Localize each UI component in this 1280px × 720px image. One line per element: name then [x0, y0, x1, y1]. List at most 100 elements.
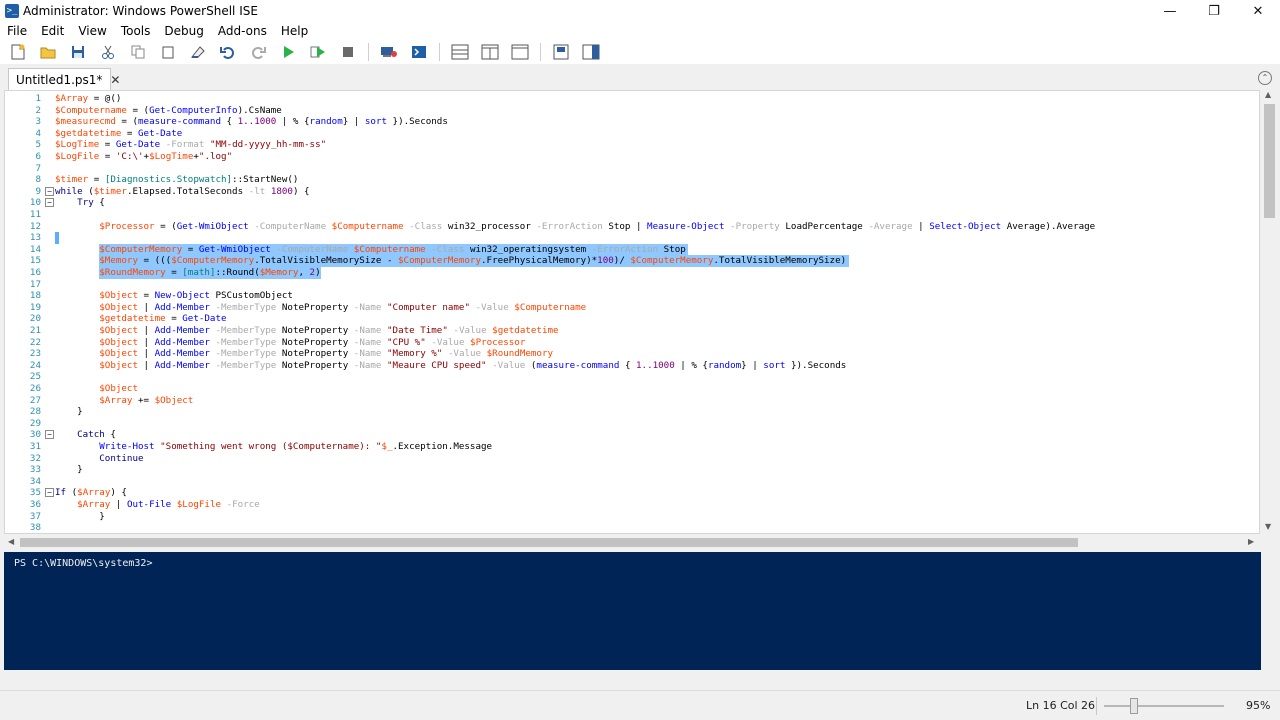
- restore-icon[interactable]: ❐: [1192, 0, 1236, 22]
- new-file-icon[interactable]: [8, 42, 28, 62]
- title-bar: >_ Administrator: Windows PowerShell ISE…: [0, 0, 1280, 22]
- zoom-slider-thumb[interactable]: [1130, 698, 1138, 714]
- powershell-ise-icon: >_: [5, 4, 19, 18]
- menu-tools[interactable]: Tools: [114, 24, 158, 38]
- zoom-slider[interactable]: [1104, 705, 1224, 707]
- tab-untitled1[interactable]: Untitled1.ps1* ✕: [8, 68, 120, 90]
- menu-help[interactable]: Help: [274, 24, 315, 38]
- show-script-pane-top-icon[interactable]: [450, 42, 470, 62]
- code-line[interactable]: 25: [5, 371, 1259, 383]
- vertical-scroll-thumb[interactable]: [1264, 104, 1275, 218]
- code-line[interactable]: 4 $getdatetime = Get-Date: [5, 128, 1259, 140]
- script-editor[interactable]: 1 $Array = @() 2 $Computername = (Get-Compu…: [4, 90, 1260, 534]
- close-icon[interactable]: ✕: [1236, 0, 1280, 22]
- save-icon[interactable]: [68, 42, 88, 62]
- code-line[interactable]: 16 $RoundMemory = [math]::Round($Memory,…: [5, 267, 1259, 279]
- code-line[interactable]: 6 $LogFile = 'C:\'+$LogTime+".log": [5, 151, 1259, 163]
- menu-addons[interactable]: Add-ons: [211, 24, 274, 38]
- menu-view[interactable]: View: [71, 24, 113, 38]
- code-text: $measurecmd = (measure-command { 1..1000…: [55, 116, 448, 128]
- collapse-script-pane-icon[interactable]: ⌃: [1258, 71, 1272, 85]
- code-line[interactable]: 30− Catch {: [5, 429, 1259, 441]
- show-script-pane-right-icon[interactable]: [480, 42, 500, 62]
- code-line[interactable]: 18 $Object = New-Object PSCustomObject: [5, 290, 1259, 302]
- line-number: 26: [29, 383, 41, 394]
- code-line[interactable]: 7: [5, 163, 1259, 175]
- close-tab-icon[interactable]: ✕: [110, 73, 120, 87]
- stop-icon[interactable]: [338, 42, 358, 62]
- code-line[interactable]: 13: [5, 232, 1259, 244]
- code-line[interactable]: 1 $Array = @(): [5, 93, 1259, 105]
- code-line[interactable]: 36 $Array | Out-File $LogFile -Force: [5, 499, 1259, 511]
- cut-icon[interactable]: [98, 42, 118, 62]
- editor-horizontal-scrollbar[interactable]: ◀ ▶: [4, 534, 1260, 550]
- horizontal-scroll-thumb[interactable]: [20, 538, 1078, 547]
- menu-bar: File Edit View Tools Debug Add-ons Help: [0, 22, 1280, 40]
- fold-toggle-icon[interactable]: −: [45, 186, 54, 196]
- code-line[interactable]: 23 $Object | Add-Member -MemberType Note…: [5, 348, 1259, 360]
- fold-toggle-icon[interactable]: −: [45, 198, 54, 208]
- code-line[interactable]: 26 $Object: [5, 383, 1259, 395]
- code-line[interactable]: 8 $timer = [Diagnostics.Stopwatch]::Start…: [5, 174, 1259, 186]
- code-line[interactable]: 28 }: [5, 406, 1259, 418]
- code-line[interactable]: 9− while ($timer.Elapsed.TotalSeconds -lt…: [5, 186, 1259, 198]
- scroll-down-icon[interactable]: ▼: [1265, 522, 1271, 531]
- line-number: 32: [29, 452, 41, 464]
- code-line[interactable]: 11: [5, 209, 1259, 221]
- menu-debug[interactable]: Debug: [157, 24, 210, 38]
- code-line[interactable]: 17: [5, 279, 1259, 291]
- code-line[interactable]: 14 $ComputerMemory = Get-WmiObject -Comp…: [5, 243, 1259, 256]
- code-line[interactable]: 32 Continue: [5, 452, 1259, 465]
- code-line[interactable]: 27 $Array += $Object: [5, 395, 1259, 407]
- run-script-icon[interactable]: [278, 42, 298, 62]
- editor-vertical-scrollbar[interactable]: ▲ ▼: [1260, 90, 1278, 534]
- scroll-left-icon[interactable]: ◀: [8, 537, 14, 546]
- console-pane[interactable]: PS C:\WINDOWS\system32>: [4, 552, 1261, 670]
- code-line[interactable]: 22 $Object | Add-Member -MemberType Note…: [5, 336, 1259, 349]
- menu-file[interactable]: File: [0, 24, 34, 38]
- code-line[interactable]: 24 $Object | Add-Member -MemberType Note…: [5, 360, 1259, 372]
- code-line[interactable]: 29: [5, 418, 1259, 430]
- scroll-right-icon[interactable]: ▶: [1248, 537, 1254, 546]
- remote-powershell-icon[interactable]: [379, 42, 399, 62]
- line-number: 22: [29, 336, 41, 348]
- copy-icon[interactable]: [128, 42, 148, 62]
- code-line[interactable]: 5 $LogTime = Get-Date -Format "MM-dd-yyyy…: [5, 139, 1259, 151]
- fold-toggle-icon[interactable]: −: [45, 488, 54, 498]
- line-number: 30: [29, 429, 41, 441]
- code-text: Try {: [77, 197, 105, 209]
- start-powershell-icon[interactable]: [409, 42, 429, 62]
- show-script-pane-max-icon[interactable]: [510, 42, 530, 62]
- code-line[interactable]: 19 $Object | Add-Member -MemberType Note…: [5, 302, 1259, 314]
- code-line[interactable]: 20 $getdatetime = Get-Date: [5, 313, 1259, 325]
- scroll-up-icon[interactable]: ▲: [1265, 90, 1271, 99]
- code-line[interactable]: 33 }: [5, 464, 1259, 476]
- open-file-icon[interactable]: [38, 42, 58, 62]
- redo-icon[interactable]: [248, 42, 268, 62]
- code-line[interactable]: 31 Write-Host "Something went wrong ($Co…: [5, 441, 1259, 453]
- undo-icon[interactable]: [218, 42, 238, 62]
- run-selection-icon[interactable]: [308, 42, 328, 62]
- window-controls: — ❐ ✕: [1148, 0, 1280, 22]
- code-line[interactable]: 2 $Computername = (Get-ComputerInfo).CsNa…: [5, 104, 1259, 117]
- code-line[interactable]: 12 $Processor = (Get-WmiObject -Computer…: [5, 221, 1259, 233]
- show-command-window-icon[interactable]: [551, 42, 571, 62]
- code-text: $Computername = (Get-ComputerInfo).CsNam…: [55, 104, 282, 116]
- code-line[interactable]: 21 $Object | Add-Member -MemberType Note…: [5, 325, 1259, 337]
- fold-toggle-icon[interactable]: −: [45, 430, 54, 440]
- code-line[interactable]: 34: [5, 476, 1259, 488]
- code-line[interactable]: 3 $measurecmd = (measure-command { 1..100…: [5, 116, 1259, 128]
- code-line[interactable]: 35− If ($Array) {: [5, 487, 1259, 499]
- code-line[interactable]: 10− Try {: [5, 197, 1259, 209]
- clear-console-icon[interactable]: [188, 42, 208, 62]
- minimize-icon[interactable]: —: [1148, 0, 1192, 22]
- line-number: 31: [29, 441, 41, 452]
- code-line[interactable]: 15 $Memory = ((($ComputerMemory.TotalVis…: [5, 255, 1259, 267]
- show-command-addon-icon[interactable]: [581, 42, 601, 62]
- cursor-position: Ln 16 Col 26: [1026, 699, 1096, 712]
- code-text: $LogTime = Get-Date -Format "MM-dd-yyyy_…: [55, 139, 327, 151]
- paste-icon[interactable]: [158, 42, 178, 62]
- menu-edit[interactable]: Edit: [34, 24, 71, 38]
- code-line[interactable]: 38: [5, 522, 1259, 533]
- code-line[interactable]: 37 }: [5, 511, 1259, 523]
